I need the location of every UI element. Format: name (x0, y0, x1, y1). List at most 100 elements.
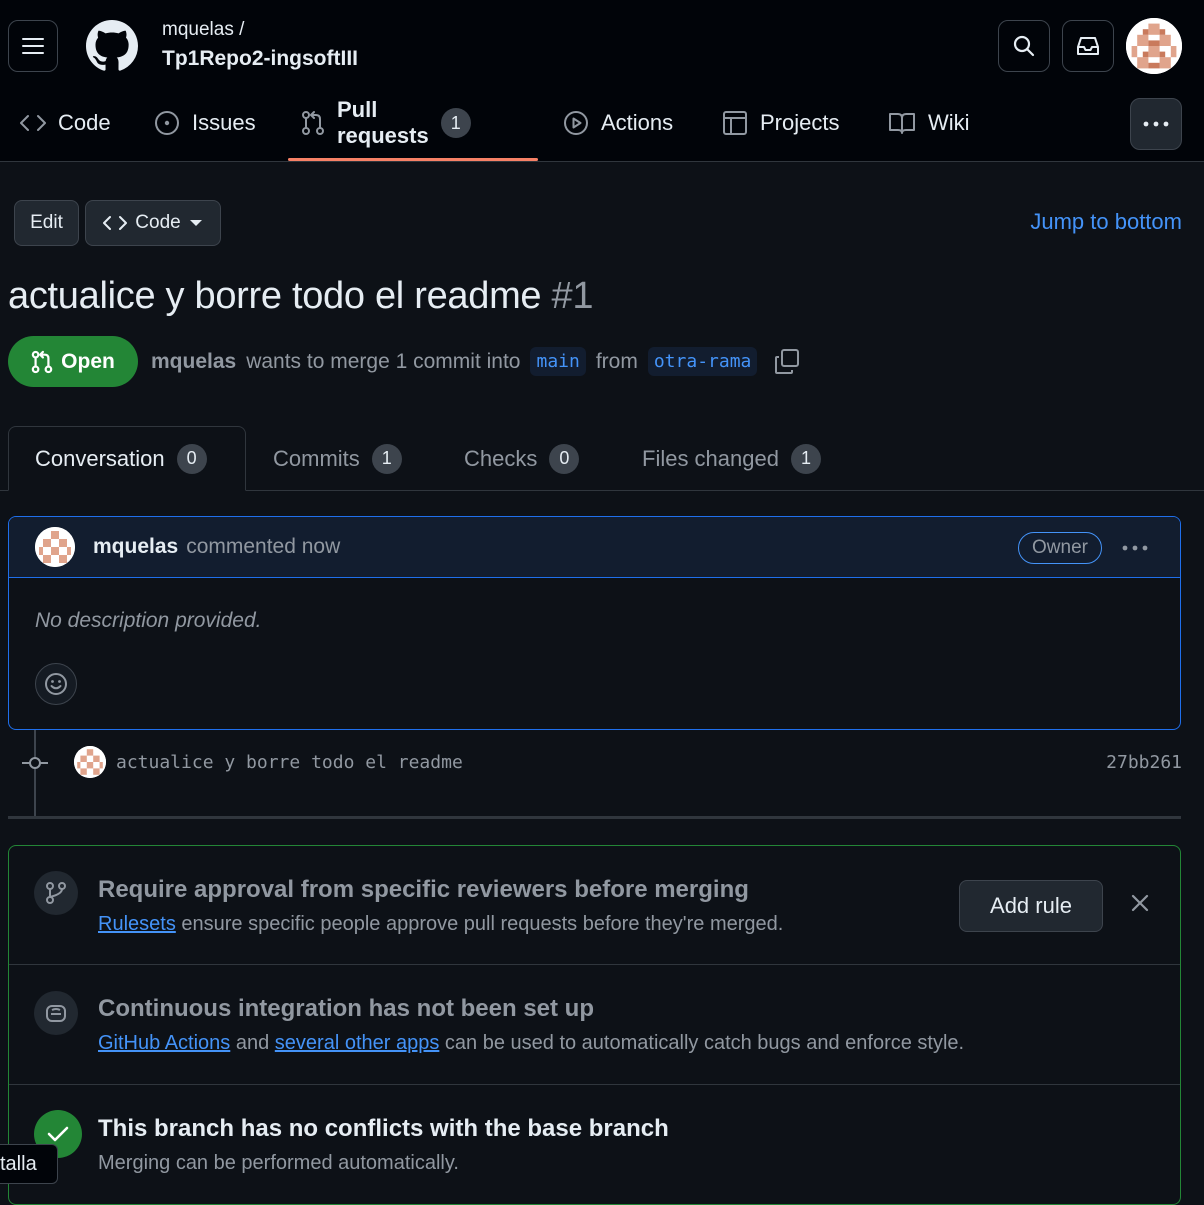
ci-and-text: and (235, 1032, 270, 1054)
pr-state-label: Open (61, 349, 115, 373)
commit-sha-link[interactable]: 27bb261 (1106, 752, 1182, 773)
pr-title: actualice y borre todo el readme #1 (8, 275, 594, 318)
owner-badge: Owner (1018, 532, 1102, 564)
pull-request-icon (302, 111, 324, 135)
github-actions-link[interactable]: GitHub Actions (98, 1032, 230, 1054)
repo-name-link[interactable]: Tp1Repo2-ingsoftIII (162, 47, 358, 71)
repo-owner-link[interactable]: mquelas / (162, 19, 244, 41)
active-tab-indicator (288, 158, 538, 161)
tab-pull-requests[interactable]: Pull requests 1 (301, 96, 471, 150)
tab-wiki[interactable]: Wiki (888, 96, 970, 150)
rulesets-link[interactable]: Rulesets (98, 913, 176, 935)
merge-text: wants to merge 1 commit into (246, 349, 521, 373)
tab-checks[interactable]: Checks 0 (464, 426, 580, 491)
git-commit-icon (22, 757, 48, 769)
tab-actions[interactable]: Actions (563, 96, 673, 150)
tooltip: talla (0, 1144, 58, 1184)
github-logo-icon[interactable] (86, 20, 138, 72)
commit-message-link[interactable]: actualice y borre todo el readme (116, 752, 463, 773)
tab-commits-label: Commits (273, 445, 360, 471)
pr-tabs: Conversation 0 Commits 1 Checks 0 Files … (0, 426, 1204, 491)
tab-pull-requests-label: Pull requests (337, 97, 429, 148)
tab-projects[interactable]: Projects (722, 96, 839, 150)
tab-files-changed-label: Files changed (642, 445, 779, 471)
global-header: mquelas / Tp1Repo2-ingsoftIII Code Issue… (0, 0, 1204, 162)
tab-conversation-label: Conversation (35, 445, 165, 471)
edit-button-label: Edit (30, 212, 63, 233)
smiley-icon (45, 673, 67, 695)
robot-icon (46, 1005, 66, 1022)
copy-icon[interactable] (773, 348, 801, 376)
tab-issues[interactable]: Issues (154, 96, 256, 150)
from-text: from (595, 349, 638, 373)
tab-code[interactable]: Code (20, 96, 111, 150)
pr-description-comment: mquelas commented now Owner No descripti… (8, 516, 1181, 730)
tab-code-label: Code (58, 110, 111, 135)
code-button-label: Code (135, 212, 181, 233)
code-icon (103, 216, 128, 230)
pr-title-text: actualice y borre todo el readme (8, 275, 542, 317)
pull-requests-count: 1 (440, 108, 471, 138)
timeline-commit: actualice y borre todo el readme (74, 746, 463, 778)
tab-checks-label: Checks (464, 445, 538, 471)
more-tabs-button[interactable] (1130, 98, 1182, 150)
rulesets-title: Require approval from specific reviewers… (98, 876, 749, 903)
merge-box: Require approval from specific reviewers… (8, 845, 1181, 1205)
play-icon (564, 111, 588, 135)
jump-to-bottom-link[interactable]: Jump to bottom (1030, 209, 1182, 235)
git-branch-icon (46, 882, 66, 904)
rulesets-description: Rulesets ensure specific people approve … (98, 913, 783, 936)
inbox-icon (1077, 37, 1099, 55)
search-button[interactable] (998, 20, 1050, 72)
ci-title: Continuous integration has not been set … (98, 995, 594, 1022)
issue-icon (155, 111, 179, 135)
kebab-horizontal-icon[interactable] (1122, 535, 1148, 561)
add-rule-button[interactable]: Add rule (959, 880, 1103, 932)
ci-description: GitHub Actions and several other apps ca… (98, 1032, 964, 1055)
pr-author-link[interactable]: mquelas (151, 350, 236, 374)
commit-author-avatar[interactable] (74, 746, 106, 778)
rulesets-text: ensure specific people approve pull requ… (181, 913, 784, 935)
book-icon (889, 113, 915, 134)
comment-author-avatar[interactable] (35, 527, 75, 567)
branch-icon-wrap (34, 871, 78, 915)
timeline-divider (8, 816, 1181, 819)
add-reaction-button[interactable] (35, 663, 77, 705)
edit-button[interactable]: Edit (14, 200, 79, 246)
tab-actions-label: Actions (601, 110, 674, 135)
table-icon (723, 111, 747, 135)
base-branch[interactable]: main (530, 347, 586, 376)
caret-down-icon (189, 220, 202, 226)
inbox-button[interactable] (1062, 20, 1114, 72)
pull-request-icon (31, 350, 53, 373)
rulesets-suggestion: Require approval from specific reviewers… (9, 846, 1180, 965)
files-changed-count: 1 (790, 443, 821, 474)
conflicts-title: This branch has no conflicts with the ba… (98, 1115, 669, 1142)
menu-button[interactable] (8, 20, 58, 72)
search-icon (1013, 35, 1035, 57)
code-icon (20, 115, 46, 131)
hamburger-icon (22, 38, 44, 54)
tab-conversation[interactable]: Conversation 0 (8, 426, 246, 491)
close-icon[interactable] (1131, 894, 1149, 912)
user-avatar[interactable] (1126, 18, 1182, 74)
check-icon (47, 1126, 69, 1142)
commits-count: 1 (371, 443, 402, 474)
head-branch[interactable]: otra-rama (647, 347, 758, 376)
tab-projects-label: Projects (760, 110, 840, 135)
comment-timestamp[interactable]: commented now (186, 535, 340, 559)
code-dropdown-button[interactable]: Code (85, 200, 221, 246)
kebab-horizontal-icon (1143, 121, 1169, 127)
comment-header: mquelas commented now Owner (9, 517, 1180, 578)
ci-text: can be used to automatically catch bugs … (444, 1032, 965, 1054)
tab-commits[interactable]: Commits 1 (273, 426, 402, 491)
copilot-icon-wrap (34, 991, 78, 1035)
other-apps-link[interactable]: several other apps (275, 1032, 440, 1054)
timeline-line (34, 730, 36, 816)
tab-wiki-label: Wiki (928, 110, 970, 135)
merge-info: mquelas wants to merge 1 commit into mai… (151, 336, 801, 387)
ci-suggestion: Continuous integration has not been set … (9, 965, 1180, 1085)
comment-author-link[interactable]: mquelas (93, 535, 178, 559)
conflicts-status: This branch has no conflicts with the ba… (9, 1085, 1180, 1204)
tab-files-changed[interactable]: Files changed 1 (642, 426, 821, 491)
